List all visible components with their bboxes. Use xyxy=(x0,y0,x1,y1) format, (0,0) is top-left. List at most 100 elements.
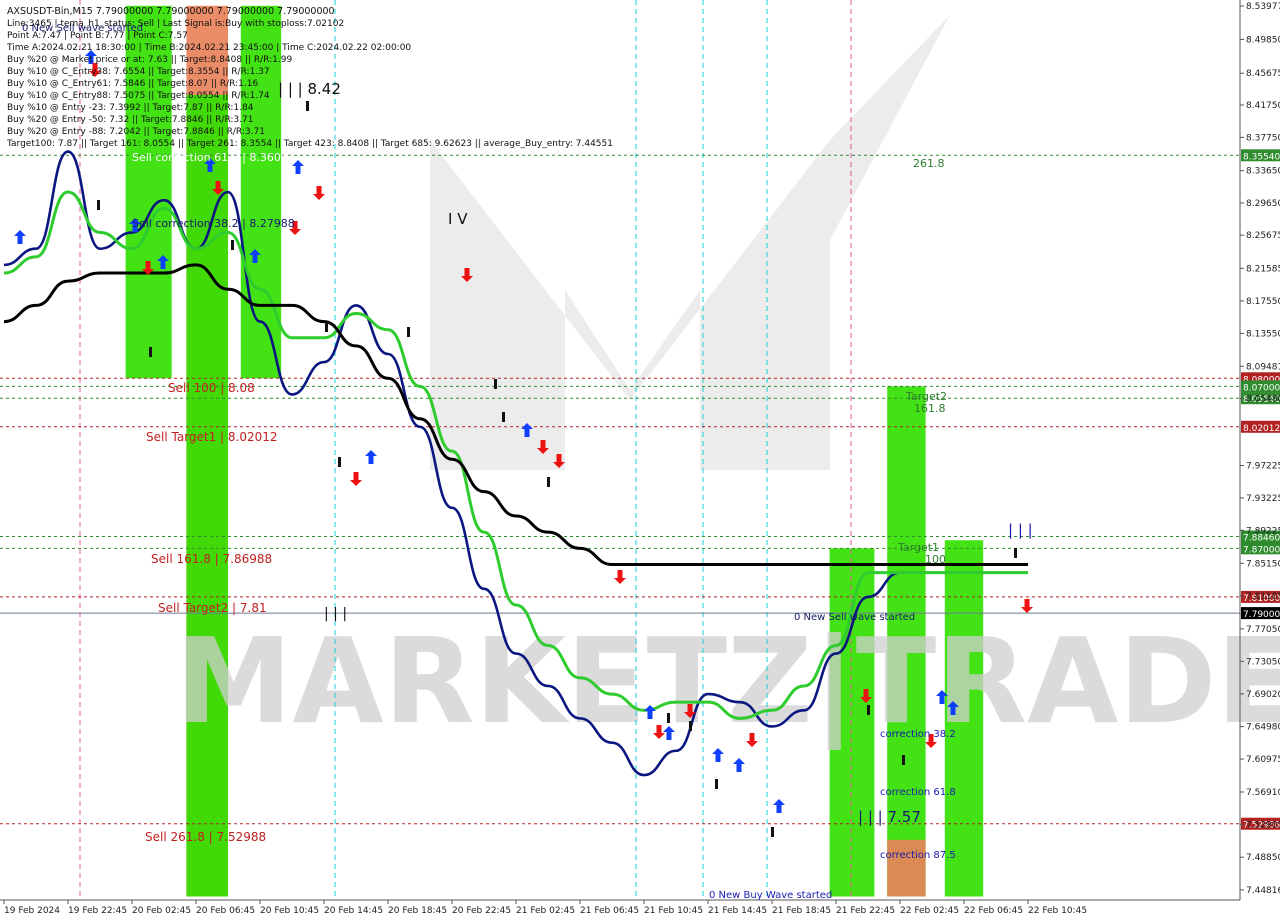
price-level-label-0: 8.35540 xyxy=(1243,152,1280,162)
signal-zone-2 xyxy=(186,94,228,897)
y-tick-label-23: 7.56910 xyxy=(1246,788,1280,798)
y-tick-label-22: 7.60975 xyxy=(1246,755,1280,765)
label-sell-correction-618: Sell correction 61.8 | 8.36012 xyxy=(132,151,295,164)
y-tick-label-3: 8.41750 xyxy=(1246,101,1280,111)
y-tick-label-26: 7.44816 xyxy=(1246,886,1280,896)
y-tick-label-18: 7.77050 xyxy=(1246,625,1280,635)
header-info-line-7: Buy %10 @ Entry -23: 7.3992 || Target:7.… xyxy=(7,103,254,113)
label-iii-757: | | | 7.57 xyxy=(858,808,921,826)
y-tick-label-12: 8.05480 xyxy=(1246,395,1280,405)
header-info-line-5: Buy %10 @ C_Entry61: 7.5846 || Target:8.… xyxy=(7,79,258,89)
x-tick-label-15: 22 Feb 06:45 xyxy=(964,906,1023,916)
y-tick-label-7: 8.25675 xyxy=(1246,231,1280,241)
label-sell-1618: Sell 161.8 | 7.86988 xyxy=(151,552,272,566)
x-tick-label-3: 20 Feb 06:45 xyxy=(196,906,255,916)
label-100: 100 xyxy=(925,553,946,566)
x-tick-label-13: 21 Feb 22:45 xyxy=(836,906,895,916)
header-info-line-4: Buy %10 @ C_Entry38: 7.6554 || Target:8.… xyxy=(7,67,270,77)
header-info-line-0: Line:3465 | tema_h1_status: Sell | Last … xyxy=(7,19,344,29)
header-info-line-3: Buy %20 @ Market price or at: 7.63 || Ta… xyxy=(7,55,292,65)
x-tick-label-1: 19 Feb 22:45 xyxy=(68,906,127,916)
candle-tick-16 xyxy=(1014,548,1017,558)
label-new-sell-wave-mid: 0 New Sell wave started xyxy=(794,612,915,623)
x-tick-label-12: 21 Feb 18:45 xyxy=(772,906,831,916)
y-tick-label-2: 8.45675 xyxy=(1246,69,1280,79)
label-sell-correction-382: Sell correction 38.2 | 8.27988 xyxy=(132,217,295,230)
price-level-label-6: 7.87000 xyxy=(1243,545,1280,555)
header-info-line-2: Time A:2024.02.21 18:30:00 | Time B:2024… xyxy=(6,43,411,53)
x-tick-label-8: 21 Feb 02:45 xyxy=(516,906,575,916)
candle-tick-10 xyxy=(667,713,670,723)
candle-tick-9 xyxy=(547,477,550,487)
candle-tick-8 xyxy=(502,412,505,422)
header-symbol-line: AXSUSDT-Bin,M15 7.79000000 7.79000000 7.… xyxy=(7,6,335,17)
label-new-buy-wave: 0 New Buy Wave started xyxy=(709,890,832,901)
y-tick-label-21: 7.64980 xyxy=(1246,723,1280,733)
x-tick-label-5: 20 Feb 14:45 xyxy=(324,906,383,916)
label-sell-target2: Sell Target2 | 7.81 xyxy=(158,601,267,615)
y-tick-label-25: 7.48850 xyxy=(1246,853,1280,863)
candle-tick-7 xyxy=(494,379,497,389)
y-tick-label-10: 8.13550 xyxy=(1246,329,1280,339)
label-iii-mid: | | | xyxy=(324,606,347,622)
x-tick-label-14: 22 Feb 02:45 xyxy=(900,906,959,916)
x-tick-label-7: 20 Feb 22:45 xyxy=(452,906,511,916)
y-tick-label-0: 8.53977 xyxy=(1246,2,1280,12)
y-tick-label-8: 8.21585 xyxy=(1246,264,1280,274)
y-tick-label-9: 8.17550 xyxy=(1246,297,1280,307)
y-tick-label-15: 7.89225 xyxy=(1246,526,1280,536)
price-level-label-8: 7.79000 xyxy=(1243,610,1280,620)
y-tick-label-17: 7.81105 xyxy=(1246,592,1280,602)
x-tick-label-0: 19 Feb 2024 xyxy=(4,906,60,916)
y-tick-label-4: 8.37750 xyxy=(1246,133,1280,143)
y-tick-label-5: 8.33650 xyxy=(1246,167,1280,177)
price-chart: MARKETZ|TRADE 8.355408.080008.070008.055… xyxy=(0,0,1280,916)
candle-tick-4 xyxy=(306,101,309,111)
label-iii-right: | | | xyxy=(1008,521,1033,539)
header-info-line-6: Buy %10 @ C_Entry88: 7.5075 || Target:8.… xyxy=(7,91,270,101)
watermark-text: MARKETZ|TRADE xyxy=(175,612,1280,750)
candle-tick-6 xyxy=(407,327,410,337)
x-tick-label-11: 21 Feb 14:45 xyxy=(708,906,767,916)
label-2618: 261.8 xyxy=(913,157,945,170)
y-tick-label-24: 7.52905 xyxy=(1246,820,1280,830)
price-level-label-4: 8.02012 xyxy=(1243,424,1280,434)
x-tick-label-16: 22 Feb 10:45 xyxy=(1028,906,1087,916)
x-tick-label-10: 21 Feb 10:45 xyxy=(644,906,703,916)
label-correction-875: correction 87.5 xyxy=(880,850,956,861)
y-tick-label-11: 8.09481 xyxy=(1246,362,1280,372)
label-sell-target1: Sell Target1 | 8.02012 xyxy=(146,430,278,444)
candle-tick-2 xyxy=(231,240,234,250)
candle-tick-1 xyxy=(149,347,152,357)
y-tick-label-14: 7.93225 xyxy=(1246,494,1280,504)
signal-zone-6 xyxy=(887,839,926,897)
candle-tick-11 xyxy=(689,721,692,731)
candle-tick-14 xyxy=(867,705,870,715)
candle-tick-5 xyxy=(338,457,341,467)
price-level-label-2: 8.07000 xyxy=(1243,383,1280,393)
label-1618: 161.8 xyxy=(914,402,946,415)
y-tick-label-6: 8.29650 xyxy=(1246,199,1280,209)
header-info-line-10: Target100: 7.87 || Target 161: 8.0554 ||… xyxy=(6,139,613,149)
label-wave-iv: I V xyxy=(448,210,468,228)
candle-tick-0 xyxy=(97,200,100,210)
label-sell-100: Sell 100 | 8.08 xyxy=(168,381,255,395)
chart-container[interactable]: MARKETZ|TRADE 8.35540 8.08000 8.07000 8.055… xyxy=(0,0,1280,924)
label-correction-382: correction 38.2 xyxy=(880,729,956,740)
candle-tick-12 xyxy=(715,779,718,789)
header-info-line-1: Point A:7.47 | Point B:7.77 | Point C:7.… xyxy=(7,31,188,41)
header-info-line-9: Buy %20 @ Entry -88: 7.2042 || Target:7.… xyxy=(7,127,265,137)
candle-tick-3 xyxy=(325,322,328,332)
label-correction-618: correction 61.8 xyxy=(880,787,956,798)
y-tick-label-19: 7.73050 xyxy=(1246,657,1280,667)
y-tick-label-20: 7.69020 xyxy=(1246,690,1280,700)
x-tick-label-4: 20 Feb 10:45 xyxy=(260,906,319,916)
x-tick-label-6: 20 Feb 18:45 xyxy=(388,906,447,916)
y-tick-label-13: 7.97225 xyxy=(1246,462,1280,472)
label-sell-2618: Sell 261.8 | 7.52988 xyxy=(145,830,266,844)
y-tick-label-16: 7.85150 xyxy=(1246,559,1280,569)
candle-tick-15 xyxy=(902,755,905,765)
label-iii-842: | | | 8.42 xyxy=(278,80,341,98)
y-tick-label-1: 8.49850 xyxy=(1246,35,1280,45)
x-tick-label-9: 21 Feb 06:45 xyxy=(580,906,639,916)
